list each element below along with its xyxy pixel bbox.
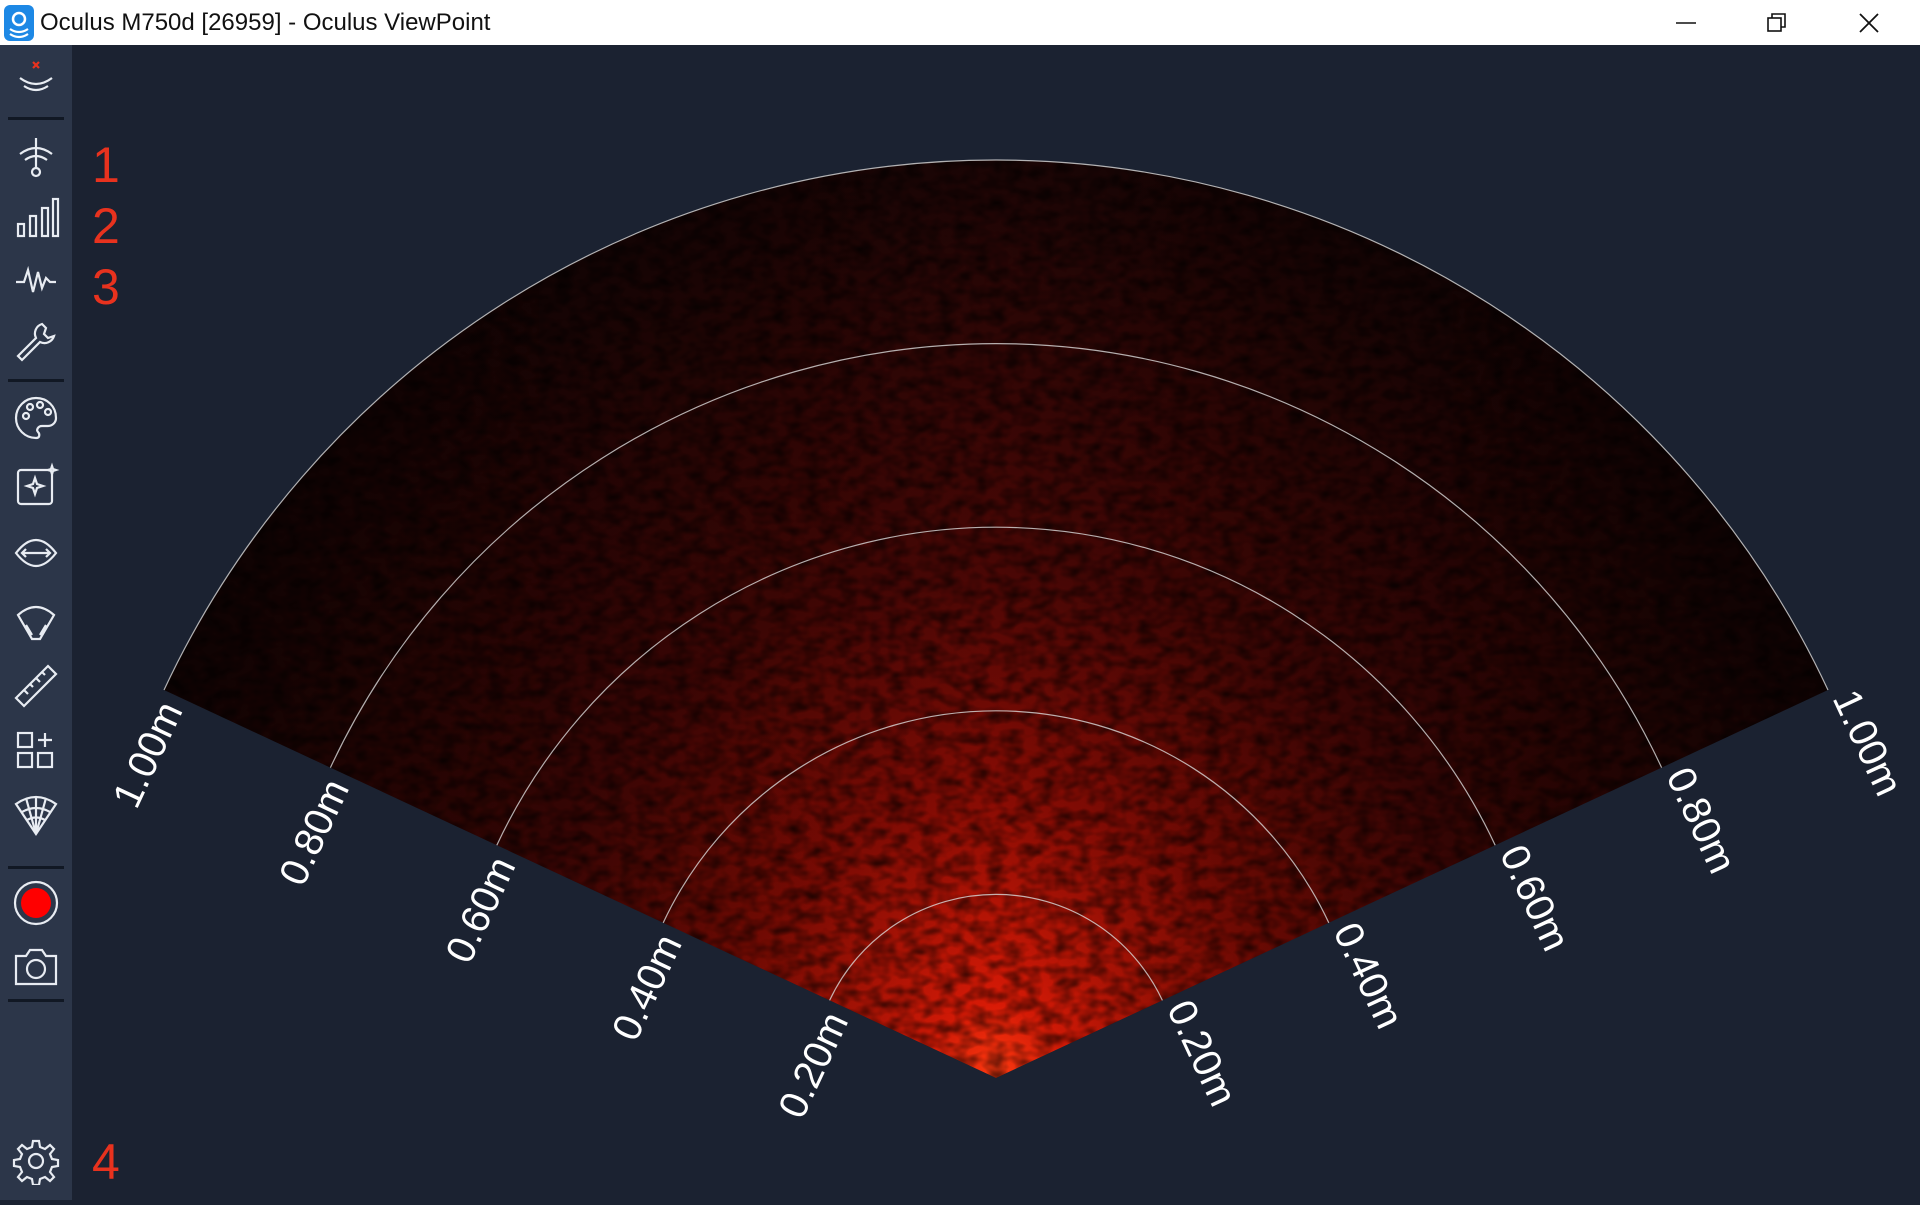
sonar-display[interactable]: 1.00m 0.80m 0.60m 0.40m 0.20m 1.00m 0.80m 0.60m… (72, 45, 1920, 1200)
restore-icon (1767, 12, 1786, 32)
range-label-left: 0.40m (604, 928, 691, 1047)
waveform-icon (16, 265, 56, 293)
range-label-left: 0.60m (437, 850, 524, 969)
fan-view-button[interactable] (6, 787, 66, 841)
palette-icon (14, 396, 58, 440)
window-title: Oculus M750d [26959] - Oculus ViewPoint (40, 9, 491, 36)
title-bar: Oculus M750d [26959] - Oculus ViewPoint (0, 0, 1920, 45)
wrench-icon (16, 322, 56, 362)
close-icon (1859, 12, 1879, 33)
palette-button[interactable] (6, 391, 66, 445)
record-button[interactable] (6, 876, 66, 930)
rotate-view-button[interactable] (6, 526, 66, 580)
image-enhance-icon (16, 462, 60, 506)
rotate-view-icon (14, 538, 58, 568)
range-label-right: 0.20m (1158, 994, 1245, 1113)
range-label-right: 1.00m (1824, 683, 1911, 802)
restore-button[interactable] (1732, 0, 1822, 45)
camera-snapshot-icon (14, 948, 58, 986)
tools-button[interactable] (6, 315, 66, 369)
image-enhance-button[interactable] (6, 459, 66, 513)
sonar-disconnected-icon (19, 61, 53, 92)
range-label-left: 0.20m (770, 1005, 857, 1124)
app-logo-icon (4, 5, 34, 41)
settings-button[interactable] (6, 1134, 66, 1188)
minimize-icon (1676, 21, 1696, 24)
record-button-icon (13, 880, 59, 926)
sidebar-toolbar (0, 45, 72, 1200)
layout-button[interactable] (6, 724, 66, 778)
sonar-connection-button[interactable] (6, 53, 66, 107)
range-label-left: 0.80m (271, 773, 358, 892)
close-button[interactable] (1824, 0, 1914, 45)
snapshot-button[interactable] (6, 939, 66, 993)
layout-grid-icon (16, 731, 54, 769)
gain-bars-icon (16, 197, 60, 238)
flip-view-button[interactable] (6, 594, 66, 648)
range-label-right: 0.60m (1491, 838, 1578, 957)
signal-button[interactable] (6, 253, 66, 307)
minimize-button[interactable] (1641, 0, 1731, 45)
flip-view-icon (16, 605, 56, 641)
range-label-left: 1.00m (105, 695, 192, 814)
measure-button[interactable] (6, 659, 66, 713)
ruler-icon (14, 664, 58, 708)
fan-view-icon (14, 795, 58, 836)
gain-button[interactable] (6, 191, 66, 245)
range-label-right: 0.80m (1657, 761, 1744, 880)
range-label-right: 0.40m (1325, 916, 1412, 1035)
settings-gear-icon (12, 1139, 60, 1185)
sonar-settings-icon (19, 138, 53, 178)
sonar-settings-button[interactable] (6, 129, 66, 183)
